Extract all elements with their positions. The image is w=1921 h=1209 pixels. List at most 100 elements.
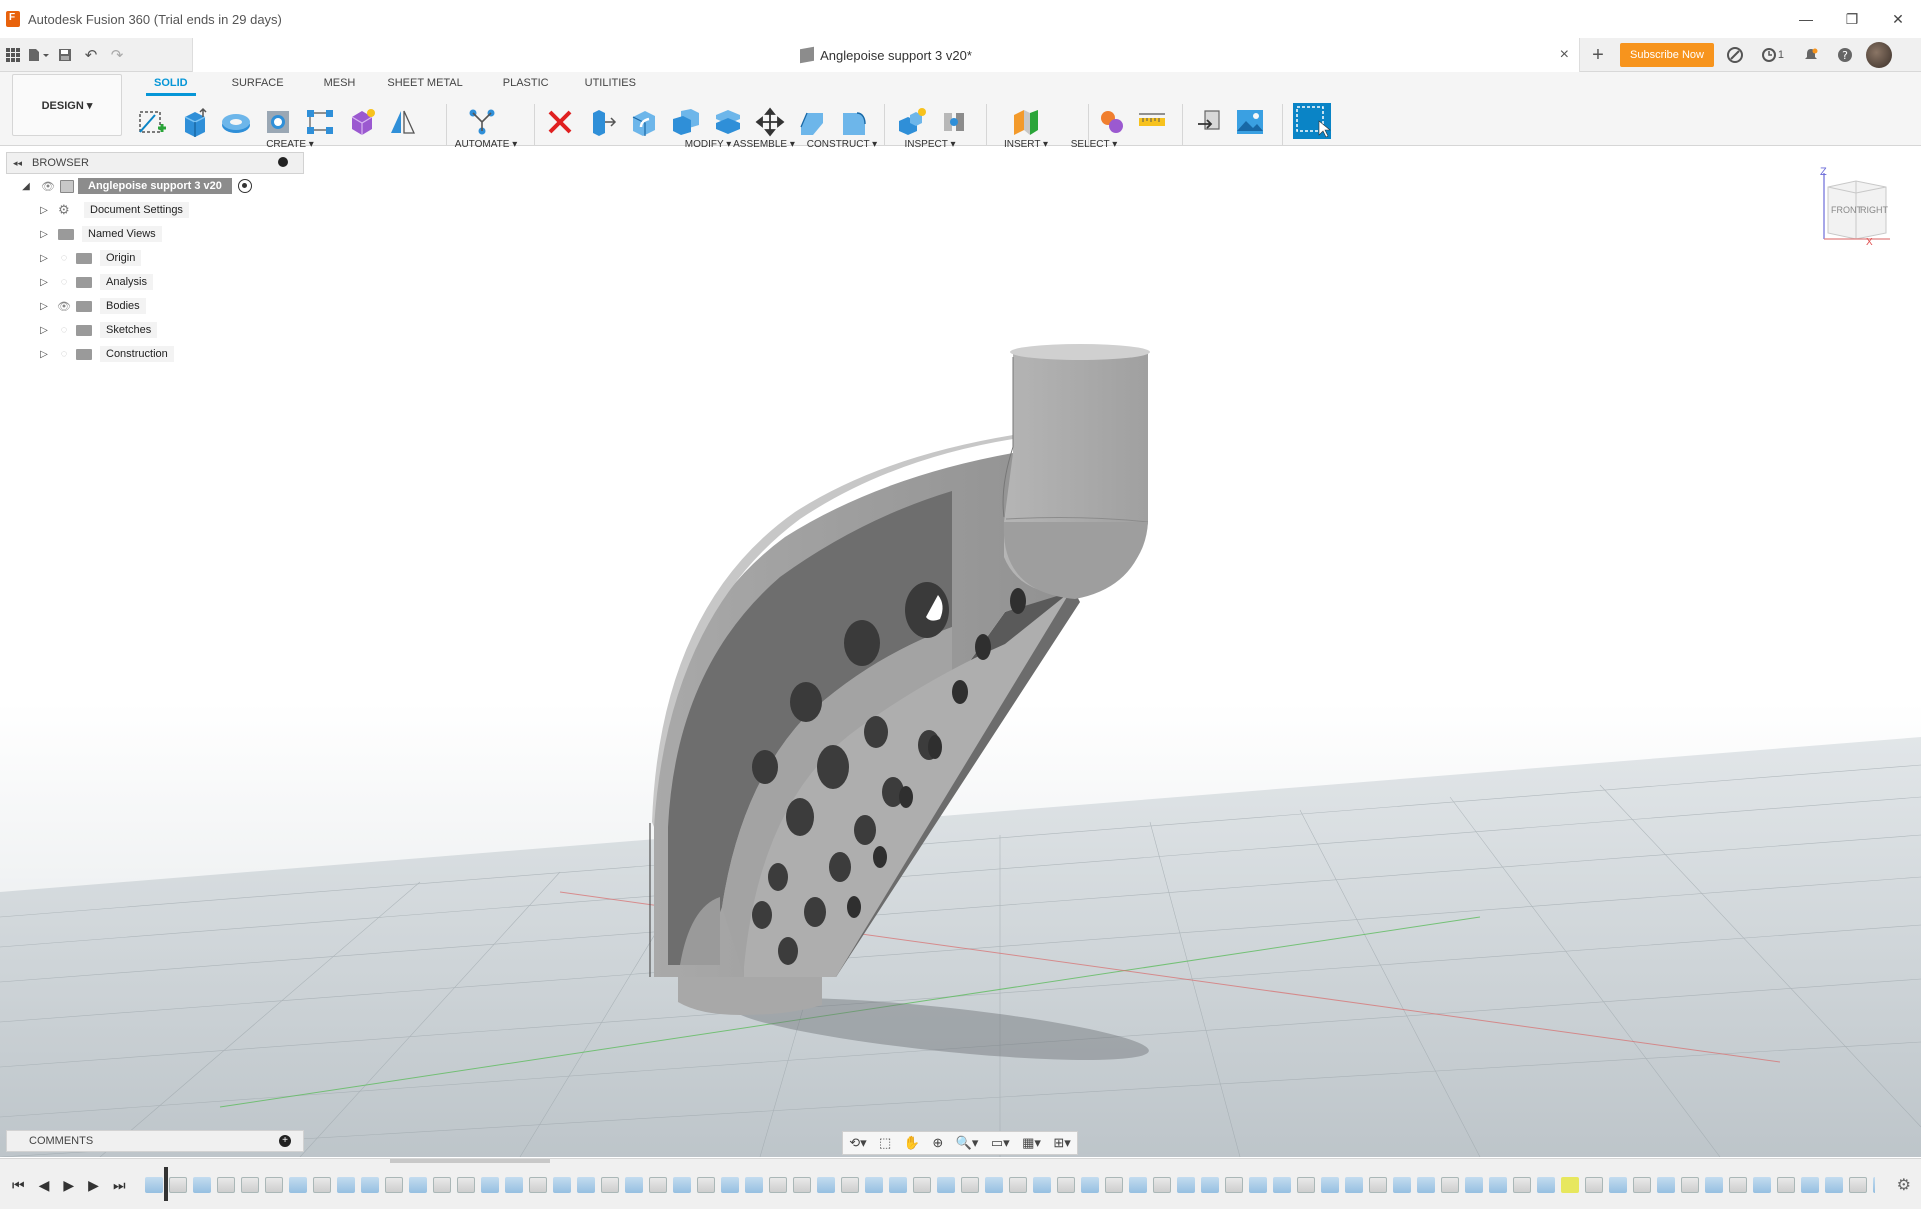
save-icon[interactable]: [52, 38, 78, 72]
timeline-feature[interactable]: [721, 1177, 739, 1193]
timeline-feature[interactable]: [217, 1177, 235, 1193]
timeline-scrollbar[interactable]: [390, 1159, 550, 1163]
browser-item-sketches[interactable]: ▷ ◌ Sketches: [6, 318, 304, 342]
browser-item-origin[interactable]: ▷ ◌ Origin: [6, 246, 304, 270]
hidden-eye-icon[interactable]: ◌: [56, 252, 72, 264]
expand-triangle-icon[interactable]: ▷: [38, 324, 50, 336]
pan-hand-icon[interactable]: ✋: [904, 1135, 920, 1151]
timeline-feature[interactable]: [1849, 1177, 1867, 1193]
timeline-feature[interactable]: [1441, 1177, 1459, 1193]
hidden-eye-icon[interactable]: ◌: [56, 348, 72, 360]
tab-solid[interactable]: SOLID: [140, 72, 202, 96]
timeline-feature[interactable]: [961, 1177, 979, 1193]
timeline-feature[interactable]: [1825, 1177, 1843, 1193]
draft-icon[interactable]: [838, 106, 870, 138]
tab-plastic[interactable]: PLASTIC: [489, 72, 563, 94]
timeline-feature[interactable]: [1297, 1177, 1315, 1193]
play-icon[interactable]: ▶: [63, 1177, 74, 1194]
comments-panel[interactable]: COMMENTS +: [6, 1130, 304, 1152]
expand-triangle-icon[interactable]: ▷: [38, 252, 50, 264]
timeline-feature[interactable]: [697, 1177, 715, 1193]
insert-canvas-icon[interactable]: [1234, 106, 1266, 138]
hidden-eye-icon[interactable]: ◌: [56, 276, 72, 288]
timeline-feature[interactable]: [313, 1177, 331, 1193]
timeline-feature[interactable]: [1225, 1177, 1243, 1193]
hidden-eye-icon[interactable]: ◌: [56, 324, 72, 336]
timeline-feature[interactable]: [193, 1177, 211, 1193]
timeline-feature[interactable]: [265, 1177, 283, 1193]
timeline-feature[interactable]: [985, 1177, 1003, 1193]
browser-root-node[interactable]: ◢ 👁 Anglepoise support 3 v20: [6, 174, 304, 198]
redo-icon[interactable]: ↷: [104, 38, 130, 72]
timeline-feature[interactable]: [1345, 1177, 1363, 1193]
viewcube-front-face[interactable]: FRONT: [1831, 205, 1862, 215]
timeline-feature[interactable]: [841, 1177, 859, 1193]
timeline-feature-selected[interactable]: [1561, 1177, 1579, 1193]
timeline-feature[interactable]: [337, 1177, 355, 1193]
add-comment-icon[interactable]: +: [279, 1135, 291, 1147]
restore-button[interactable]: ❐: [1829, 0, 1875, 38]
timeline-feature[interactable]: [1465, 1177, 1483, 1193]
timeline-feature[interactable]: [769, 1177, 787, 1193]
timeline-settings-gear-icon[interactable]: ⚙: [1897, 1175, 1911, 1195]
file-menu-icon[interactable]: [26, 38, 52, 72]
measure-icon[interactable]: [1136, 106, 1168, 138]
timeline-feature[interactable]: [1105, 1177, 1123, 1193]
display-settings-icon[interactable]: ▭▾: [991, 1135, 1010, 1151]
collapse-triangle-icon[interactable]: ◢: [20, 180, 32, 192]
document-tab[interactable]: Anglepoise support 3 v20* ×: [192, 38, 1580, 72]
step-back-icon[interactable]: ◀: [39, 1177, 50, 1194]
chamfer-icon[interactable]: [796, 106, 828, 138]
go-to-end-icon[interactable]: ⏭: [113, 1177, 126, 1194]
tab-mesh[interactable]: MESH: [310, 72, 370, 94]
subscribe-now-button[interactable]: Subscribe Now: [1620, 43, 1714, 67]
timeline-feature[interactable]: [913, 1177, 931, 1193]
browser-item-analysis[interactable]: ▷ ◌ Analysis: [6, 270, 304, 294]
visibility-eye-icon[interactable]: 👁: [56, 300, 72, 313]
timeline-feature[interactable]: [1177, 1177, 1195, 1193]
timeline-feature[interactable]: [1705, 1177, 1723, 1193]
new-tab-button[interactable]: +: [1584, 41, 1612, 69]
viewports-icon[interactable]: ⊞▾: [1053, 1135, 1070, 1151]
browser-item-document-settings[interactable]: ▷ ⚙ Document Settings: [6, 198, 304, 222]
undo-icon[interactable]: ↶: [78, 38, 104, 72]
tab-utilities[interactable]: UTILITIES: [571, 72, 650, 94]
timeline-feature[interactable]: [1009, 1177, 1027, 1193]
select-window-icon[interactable]: [1292, 102, 1332, 140]
timeline-feature[interactable]: [577, 1177, 595, 1193]
timeline-feature[interactable]: [1609, 1177, 1627, 1193]
timeline-feature[interactable]: [289, 1177, 307, 1193]
delete-icon[interactable]: [544, 106, 576, 138]
timeline-feature[interactable]: [649, 1177, 667, 1193]
new-component-icon[interactable]: [896, 106, 928, 138]
timeline-feature[interactable]: [937, 1177, 955, 1193]
activate-component-icon[interactable]: [237, 179, 252, 193]
timeline-feature[interactable]: [481, 1177, 499, 1193]
timeline-feature[interactable]: [1729, 1177, 1747, 1193]
timeline-feature[interactable]: [361, 1177, 379, 1193]
timeline-feature[interactable]: [1873, 1177, 1875, 1193]
timeline-feature[interactable]: [1681, 1177, 1699, 1193]
browser-header[interactable]: ◂◂ BROWSER: [6, 152, 304, 174]
timeline-feature[interactable]: [1777, 1177, 1795, 1193]
timeline-feature[interactable]: [1321, 1177, 1339, 1193]
joint-icon[interactable]: [938, 106, 970, 138]
close-tab-icon[interactable]: ×: [1560, 46, 1569, 64]
timeline-feature[interactable]: [145, 1177, 163, 1193]
orbit-icon[interactable]: ⟲▾: [849, 1135, 866, 1151]
interference-icon[interactable]: [1096, 106, 1128, 138]
create-form-icon[interactable]: [346, 106, 378, 138]
expand-triangle-icon[interactable]: ▷: [38, 228, 50, 240]
timeline-feature[interactable]: [169, 1177, 187, 1193]
shell-icon[interactable]: [712, 106, 744, 138]
timeline-feature[interactable]: [241, 1177, 259, 1193]
timeline-feature[interactable]: [385, 1177, 403, 1193]
timeline-feature[interactable]: [1537, 1177, 1555, 1193]
timeline-feature[interactable]: [1513, 1177, 1531, 1193]
browser-pin-icon[interactable]: [278, 157, 288, 167]
timeline-feature[interactable]: [601, 1177, 619, 1193]
timeline-feature[interactable]: [625, 1177, 643, 1193]
help-icon[interactable]: ?: [1832, 42, 1858, 68]
timeline-feature[interactable]: [793, 1177, 811, 1193]
hole-icon[interactable]: [262, 106, 294, 138]
